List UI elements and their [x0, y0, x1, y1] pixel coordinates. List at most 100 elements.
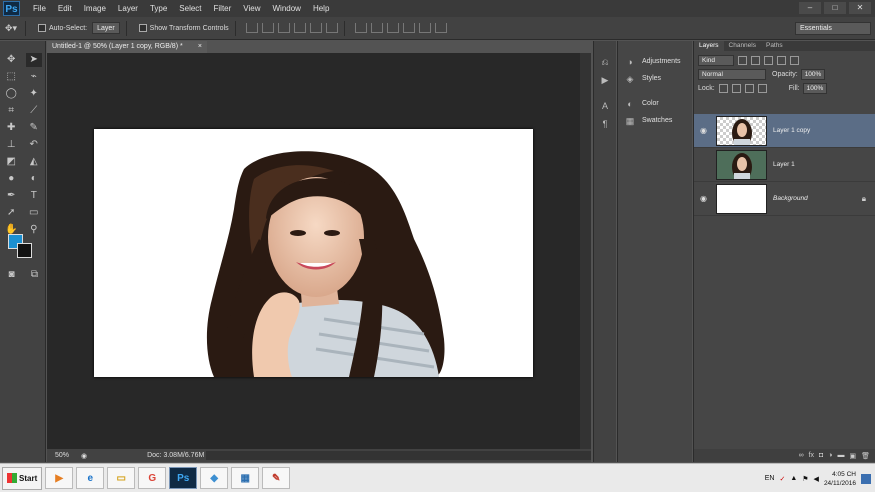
align-middle-icon[interactable]: [261, 23, 274, 33]
visibility-eye-icon[interactable]: ◉: [698, 194, 709, 203]
distribute-bottom-icon[interactable]: [386, 23, 399, 33]
filter-pixel-icon[interactable]: [738, 55, 747, 65]
paragraph-panel-icon[interactable]: ¶: [598, 117, 613, 131]
status-options-icon[interactable]: ◉: [81, 452, 87, 460]
actions-panel-icon[interactable]: ▶: [598, 73, 613, 87]
menu-file[interactable]: File: [27, 4, 52, 13]
menu-help[interactable]: Help: [307, 4, 335, 13]
align-bottom-icon[interactable]: [277, 23, 290, 33]
delete-layer-icon[interactable]: 🗑︎: [861, 452, 870, 460]
maximize-button[interactable]: □: [824, 2, 846, 14]
move-tool-preset-icon[interactable]: ✥▾: [3, 21, 19, 35]
filter-shape-icon[interactable]: [777, 55, 786, 65]
distribute-right-icon[interactable]: [434, 23, 447, 33]
app-7-icon[interactable]: ▦: [231, 467, 260, 489]
history-brush-icon[interactable]: ↶: [26, 138, 42, 152]
media-player-icon[interactable]: ▶: [45, 467, 74, 489]
align-center-icon[interactable]: [309, 23, 322, 33]
new-group-icon[interactable]: ▬: [837, 452, 844, 459]
styles-panel-button[interactable]: ◈ Styles: [618, 70, 692, 87]
layer-name[interactable]: Layer 1: [773, 161, 795, 168]
document-canvas[interactable]: [94, 129, 533, 377]
fill-input[interactable]: 100%: [802, 82, 828, 94]
eyedropper-icon[interactable]: ⟋: [26, 104, 42, 118]
tab-channels[interactable]: Channels: [724, 41, 761, 51]
blend-mode-dropdown[interactable]: Normal: [698, 68, 766, 80]
visibility-eye-icon[interactable]: ◉: [698, 126, 709, 135]
clone-stamp-icon[interactable]: ⊥: [3, 138, 19, 152]
distribute-top-icon[interactable]: [354, 23, 367, 33]
lasso-tool-icon[interactable]: ◯: [3, 87, 19, 101]
close-tab-icon[interactable]: ×: [198, 41, 202, 53]
layer-row[interactable]: ◉ Layer 1 copy: [694, 114, 875, 148]
link-layers-icon[interactable]: ∞: [799, 452, 804, 459]
opacity-input[interactable]: 100%: [800, 68, 826, 80]
distribute-left-icon[interactable]: [402, 23, 415, 33]
tray-network-icon[interactable]: ▲: [790, 475, 797, 482]
internet-explorer-icon[interactable]: e: [76, 467, 105, 489]
lock-transparent-icon[interactable]: [718, 83, 728, 93]
layer-style-icon[interactable]: fx: [809, 452, 814, 459]
quick-selection-icon[interactable]: ⌁: [26, 70, 42, 84]
horizontal-scrollbar[interactable]: [206, 451, 591, 460]
auto-select-dropdown[interactable]: Layer: [92, 22, 120, 34]
dodge-tool-icon[interactable]: ◐: [26, 172, 42, 186]
photoshop-taskbar-icon[interactable]: Ps: [169, 467, 198, 489]
quick-mask-icon[interactable]: ◙: [4, 268, 20, 282]
tray-antivirus-icon[interactable]: ✓: [779, 475, 785, 483]
tray-flag-icon[interactable]: ⚑: [802, 475, 808, 483]
layer-row[interactable]: Layer 1: [694, 148, 875, 182]
align-top-icon[interactable]: [245, 23, 258, 33]
tab-paths[interactable]: Paths: [761, 41, 788, 51]
add-mask-icon[interactable]: ◘: [819, 452, 823, 459]
menu-window[interactable]: Window: [267, 4, 307, 13]
auto-select-checkbox[interactable]: [38, 24, 46, 32]
blur-tool-icon[interactable]: ●: [3, 172, 19, 186]
clock[interactable]: 4:05 CH 24/11/2016: [824, 470, 856, 488]
workspace-switcher[interactable]: Essentials: [795, 22, 871, 35]
menu-filter[interactable]: Filter: [208, 4, 238, 13]
pen-tool-icon[interactable]: ✒: [3, 189, 19, 203]
adjustments-panel-button[interactable]: ◑ Adjustments: [618, 53, 692, 70]
color-panel-button[interactable]: ◐ Color: [618, 95, 692, 112]
screen-mode-icon[interactable]: ⧉: [27, 268, 43, 282]
start-button[interactable]: Start: [2, 466, 43, 490]
menu-type[interactable]: Type: [144, 4, 173, 13]
file-explorer-icon[interactable]: ▭: [107, 467, 136, 489]
tab-layers[interactable]: Layers: [694, 41, 724, 51]
paint-icon[interactable]: ✎: [262, 467, 291, 489]
filter-smart-icon[interactable]: [790, 55, 799, 65]
document-tab[interactable]: Untitled-1 @ 50% (Layer 1 copy, RGB/8) *…: [47, 41, 207, 53]
character-panel-icon[interactable]: A: [598, 99, 613, 113]
magic-wand-icon[interactable]: ✦: [26, 87, 42, 101]
filter-type-icon[interactable]: [764, 55, 773, 65]
zoom-level[interactable]: 50%: [55, 452, 81, 459]
vertical-scrollbar[interactable]: [580, 53, 591, 449]
visibility-off-box[interactable]: [698, 160, 709, 169]
menu-image[interactable]: Image: [78, 4, 112, 13]
app-6-icon[interactable]: ◆: [200, 467, 229, 489]
align-right-icon[interactable]: [325, 23, 338, 33]
layer-row[interactable]: ◉ Background 🔒︎: [694, 182, 875, 216]
move-tool-icon[interactable]: ✥: [3, 53, 19, 67]
align-left-icon[interactable]: [293, 23, 306, 33]
swatches-panel-button[interactable]: ▦ Swatches: [618, 112, 692, 129]
marquee-tool-icon[interactable]: ⬚: [3, 70, 19, 84]
background-color-swatch[interactable]: [17, 243, 32, 258]
distribute-center-icon[interactable]: [418, 23, 431, 33]
menu-view[interactable]: View: [237, 4, 266, 13]
chrome-icon[interactable]: G: [138, 467, 167, 489]
brush-tool-icon[interactable]: ✎: [26, 121, 42, 135]
language-indicator[interactable]: EN: [765, 475, 775, 482]
crop-tool-icon[interactable]: ⌗: [3, 104, 19, 118]
healing-brush-icon[interactable]: ✚: [3, 121, 19, 135]
layer-name[interactable]: Layer 1 copy: [773, 127, 810, 134]
menu-edit[interactable]: Edit: [52, 4, 78, 13]
show-transform-checkbox[interactable]: [138, 24, 147, 32]
adjustment-layer-icon[interactable]: ◑: [828, 452, 832, 459]
move-arrow-icon[interactable]: ➤: [25, 52, 42, 67]
menu-layer[interactable]: Layer: [112, 4, 144, 13]
kind-filter-dropdown[interactable]: Kind: [698, 54, 734, 66]
close-button[interactable]: ✕: [849, 2, 871, 14]
zoom-tool-icon[interactable]: ⚲: [26, 223, 42, 237]
